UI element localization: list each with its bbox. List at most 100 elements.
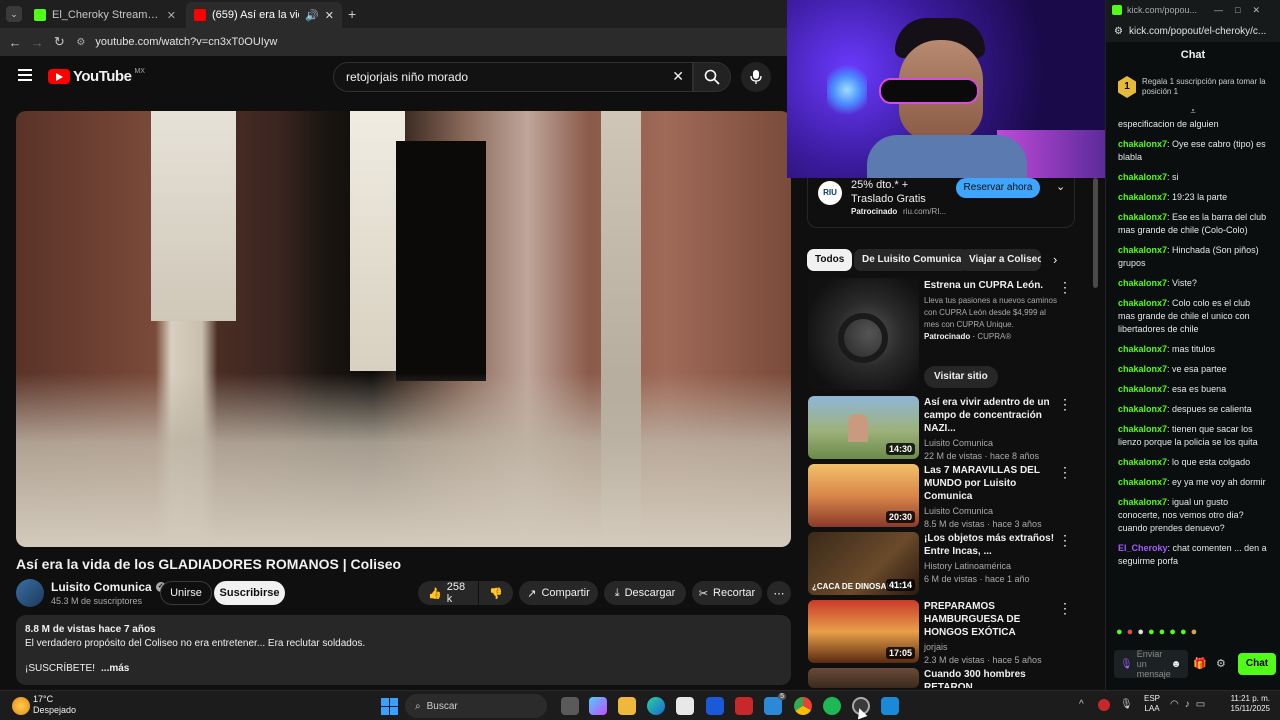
chevron-down-icon[interactable]: ⌄ [1056, 180, 1065, 193]
download-button[interactable]: ⤓ Descargar [604, 581, 686, 605]
tray-app-icon[interactable] [1098, 699, 1110, 711]
more-actions-button[interactable]: ⋯ [767, 581, 791, 605]
tab-kick-stream[interactable]: El_Cheroky Stream - Watch Live ✕ [26, 2, 184, 28]
subscribe-button[interactable]: Suscribirse [214, 581, 285, 605]
rec-info-3[interactable]: Las 7 MARAVILLAS DEL MUNDO por Luisito C… [924, 464, 1062, 531]
chat-input[interactable]: 🎙 Enviar un mensaje ☻ [1114, 649, 1188, 679]
pinned-collapse-icon[interactable]: ⩡ [1106, 106, 1280, 116]
chip-colosseum[interactable]: Viajar a Coliseo [961, 249, 1041, 271]
rec-info-4[interactable]: ¡Los objetos más extraños! Entre Incas, … [924, 532, 1062, 586]
chat-username[interactable]: chakalonx7 [1118, 404, 1167, 414]
taskbar-search[interactable]: ⌕ Buscar [405, 694, 547, 718]
tab-search-button[interactable]: ⌄ [6, 6, 22, 22]
rec-menu-icon[interactable]: ⋮ [1058, 396, 1072, 413]
ad-card-riu[interactable]: RIU 25% dto.* + Traslado Gratis Patrocin… [807, 178, 1075, 228]
rec-info-5[interactable]: PREPARAMOS HAMBURGUESA DE HONGOS EXÓTICA… [924, 600, 1062, 667]
tray-mic-icon[interactable]: 🎙 [1120, 699, 1133, 710]
emote-icon[interactable]: ● [1169, 626, 1176, 638]
menu-icon[interactable] [18, 69, 32, 81]
send-chat-button[interactable]: Chat [1238, 653, 1276, 675]
rec-menu-icon[interactable]: ⋮ [1058, 600, 1072, 617]
chat-username[interactable]: chakalonx7 [1118, 212, 1167, 222]
spotify-icon[interactable] [823, 697, 841, 715]
thumbnail-rec-4[interactable]: ¿CACA DE DINOSAURIO? 41:14 [808, 532, 919, 595]
search-input[interactable]: retojorjais niño morado ✕ [333, 62, 693, 92]
tray-expand-icon[interactable]: ^ [1079, 699, 1084, 710]
chat-username[interactable]: chakalonx7 [1118, 278, 1167, 288]
chat-username[interactable]: chakalonx7 [1118, 344, 1167, 354]
rec-menu-icon[interactable]: ⋮ [1058, 532, 1072, 549]
gift-icon[interactable]: 🎁 [1193, 657, 1207, 670]
back-icon[interactable]: ← [4, 35, 26, 50]
visit-site-button[interactable]: Visitar sitio [924, 366, 998, 388]
store-icon[interactable] [676, 697, 694, 715]
edge-icon[interactable] [647, 697, 665, 715]
window-controls-icon[interactable]: —□✕ [1214, 5, 1272, 16]
emote-icon[interactable]: ● [1127, 626, 1134, 638]
thumbnail-rec-3[interactable]: 20:30 [808, 464, 919, 527]
emoji-icon[interactable]: ☻ [1171, 659, 1182, 670]
chat-username[interactable]: chakalonx7 [1118, 384, 1167, 394]
pinned-gift-banner[interactable]: 1 Regala 1 suscripción para tomar la pos… [1106, 68, 1280, 106]
reserve-button[interactable]: Reservar ahora [956, 178, 1040, 198]
chip-all[interactable]: Todos [807, 249, 853, 271]
chat-username[interactable]: chakalonx7 [1118, 457, 1167, 467]
clock[interactable]: 11:21 p. m. 15/11/2025 [1222, 694, 1270, 714]
site-info-icon[interactable]: ⚙ [76, 37, 85, 48]
network-volume-battery-icon[interactable]: ◠♪▭ [1170, 699, 1211, 710]
video-player[interactable] [16, 111, 791, 547]
clip-button[interactable]: ✂ Recortar [692, 581, 762, 605]
youtube-logo[interactable]: YouTube MX [48, 68, 145, 85]
chat-username[interactable]: chakalonx7 [1118, 172, 1167, 182]
show-more-link[interactable]: ...más [101, 663, 129, 674]
description-box[interactable]: 8.8 M de vistas hace 7 años El verdadero… [16, 615, 791, 685]
chat-username[interactable]: chakalonx7 [1118, 298, 1167, 308]
chat-username[interactable]: El_Cheroky [1118, 543, 1168, 553]
join-button[interactable]: Unirse [160, 581, 212, 605]
kick-url-bar[interactable]: ⚙ kick.com/popout/el-cheroky/c... [1106, 20, 1280, 42]
thumbnail-rec-5[interactable]: 17:05 [808, 600, 919, 663]
voice-search-button[interactable] [741, 62, 771, 92]
thumbnail-rec-2[interactable]: 14:30 [808, 396, 919, 459]
weather-moon-icon[interactable] [12, 697, 30, 715]
rec-info-cupra[interactable]: Estrena un CUPRA León. Lleva tus pasione… [924, 279, 1062, 341]
like-button[interactable]: 👍 258 k [418, 581, 478, 605]
clear-search-icon[interactable]: ✕ [672, 68, 684, 85]
chat-username[interactable]: chakalonx7 [1118, 497, 1167, 507]
mcafee-icon[interactable] [735, 697, 753, 715]
forward-icon[interactable]: → [26, 35, 48, 50]
audio-icon[interactable]: 🔊 [305, 9, 319, 22]
language-indicator[interactable]: ESP LAA [1144, 694, 1160, 714]
chat-username[interactable]: chakalonx7 [1118, 245, 1167, 255]
reload-icon[interactable]: ↻ [48, 34, 70, 50]
settings-icon[interactable]: ⚙ [1216, 657, 1226, 670]
share-button[interactable]: ↗ Compartir [519, 581, 598, 605]
thumbnail-cupra[interactable] [808, 278, 919, 390]
microphone-icon[interactable]: 🎙 [1120, 659, 1133, 670]
chat-username[interactable]: chakalonx7 [1118, 364, 1167, 374]
windows-start-icon[interactable] [381, 698, 398, 715]
chat-username[interactable]: chakalonx7 [1118, 477, 1167, 487]
chat-username[interactable]: chakalonx7 [1118, 192, 1167, 202]
dislike-button[interactable]: 👎 [479, 581, 513, 605]
emote-icon[interactable]: ● [1116, 626, 1123, 638]
channel-name-row[interactable]: Luisito Comunica ✓ [51, 580, 166, 594]
emote-icon[interactable]: ● [1159, 626, 1166, 638]
tab-close-icon[interactable]: ✕ [325, 9, 334, 22]
chip-channel[interactable]: De Luisito Comunica [854, 249, 970, 271]
url-field[interactable]: ⚙ youtube.com/watch?v=cn3xT0OUIyw [76, 31, 787, 53]
zoom-icon[interactable] [881, 697, 899, 715]
rec-info-6[interactable]: Cuando 300 hombres RETARON [924, 668, 1062, 688]
copilot-icon[interactable] [589, 697, 607, 715]
task-view-icon[interactable] [561, 697, 579, 715]
emote-icon[interactable]: ● [1191, 626, 1198, 638]
scrollbar-thumb[interactable] [1093, 178, 1098, 288]
chat-username[interactable]: chakalonx7 [1118, 139, 1167, 149]
new-tab-icon[interactable]: + [348, 6, 356, 22]
emote-icon[interactable]: ● [1180, 626, 1187, 638]
thumbnail-rec-6[interactable] [808, 668, 919, 688]
tab-youtube[interactable]: (659) Así era la vida de los G 🔊 ✕ [186, 2, 342, 28]
app-icon[interactable] [706, 697, 724, 715]
rec-info-2[interactable]: Así era vivir adentro de un campo de con… [924, 396, 1062, 463]
rec-menu-icon[interactable]: ⋮ [1058, 279, 1072, 296]
